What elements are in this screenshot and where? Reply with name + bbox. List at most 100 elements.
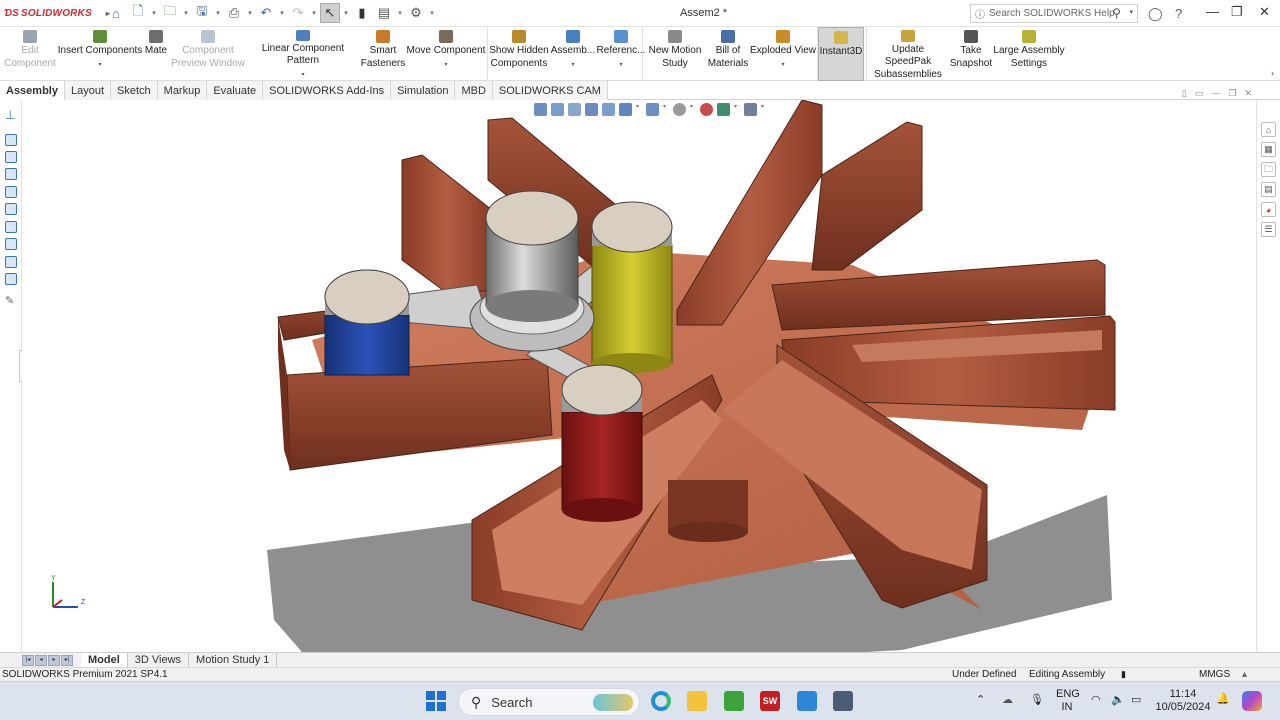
bottom-tab-model[interactable]: Model: [81, 652, 128, 668]
chevron-down-icon[interactable]: ▾: [781, 59, 784, 72]
save-icon[interactable]: 🖫: [192, 3, 212, 23]
isometric-icon[interactable]: [5, 238, 17, 250]
command-linear-component-pattern-button[interactable]: Linear Component Pattern ▾: [245, 27, 361, 81]
view-right-icon[interactable]: [5, 186, 17, 198]
chevron-down-icon[interactable]: ▾: [663, 103, 669, 116]
bottom-tab-motion-study-1[interactable]: Motion Study 1: [189, 652, 278, 668]
zoom-to-area-icon[interactable]: [551, 103, 564, 116]
chevron-down-icon[interactable]: ▾: [690, 103, 696, 116]
solidworks-taskbar-icon[interactable]: SW: [760, 691, 780, 711]
select-arrow-icon[interactable]: ↖: [320, 3, 340, 23]
view-top-icon[interactable]: [5, 203, 17, 215]
command-bill-of-materials-button[interactable]: Bill of Materials: [705, 27, 751, 81]
paint-icon[interactable]: [797, 691, 817, 711]
view-bottom-icon[interactable]: [5, 221, 17, 233]
first-tab-icon[interactable]: |◂: [22, 654, 34, 666]
tab-sketch[interactable]: Sketch: [111, 81, 158, 100]
wifi-icon[interactable]: ◠: [1091, 694, 1101, 707]
chevron-down-icon[interactable]: ▾: [571, 59, 574, 72]
chevron-down-icon[interactable]: ▾: [342, 9, 350, 17]
command-new-motion-study-button[interactable]: New Motion Study: [645, 27, 705, 81]
zoom-to-fit-icon[interactable]: [534, 103, 547, 116]
calculator-icon[interactable]: [833, 691, 853, 711]
minimize-icon[interactable]: —: [1206, 4, 1219, 19]
redo-icon[interactable]: ↷: [288, 3, 308, 23]
minimize-doc-icon[interactable]: —: [1211, 88, 1220, 99]
next-tab-icon[interactable]: ▸: [48, 654, 60, 666]
chevron-down-icon[interactable]: ▾: [182, 9, 190, 17]
unit-system[interactable]: MMGS: [1199, 669, 1230, 680]
dynamic-annotation-icon[interactable]: [602, 103, 615, 116]
assembly-model[interactable]: Y Z: [22, 100, 1256, 652]
close-icon[interactable]: ✕: [1259, 4, 1270, 20]
chevron-down-icon[interactable]: ▾: [444, 59, 447, 72]
camtasia-icon[interactable]: [724, 691, 744, 711]
battery-icon[interactable]: ▭: [1131, 694, 1141, 707]
tab-simulation[interactable]: Simulation: [391, 81, 456, 100]
copilot-icon[interactable]: [1242, 691, 1262, 711]
apply-scene-icon[interactable]: [717, 103, 730, 116]
solidworks-logo[interactable]: ƊS SOLIDWORKS ▸: [0, 8, 110, 19]
command-assemb-button[interactable]: Assemb... ▾: [551, 27, 595, 81]
rebuild-icon[interactable]: ▮: [1121, 669, 1126, 680]
command-large-assembly-settings-button[interactable]: Large Assembly Settings: [993, 27, 1065, 81]
view-front-icon[interactable]: [5, 134, 17, 146]
tile-horizontal-icon[interactable]: ▭: [1195, 88, 1204, 99]
open-folder-icon[interactable]: 🗀: [160, 3, 180, 23]
undo-icon[interactable]: ↶: [256, 3, 276, 23]
appearances-scenes-icon[interactable]: ◕: [1261, 202, 1276, 217]
chevron-down-icon[interactable]: ▾: [636, 103, 642, 116]
section-view-icon[interactable]: [585, 103, 598, 116]
user-account-icon[interactable]: ◯: [1148, 6, 1163, 22]
last-tab-icon[interactable]: ▸|: [61, 654, 73, 666]
command-smart-fasteners-button[interactable]: Smart Fasteners: [360, 27, 406, 81]
volume-icon[interactable]: 🔈: [1111, 694, 1125, 707]
microphone-icon[interactable]: 🎙: [1030, 694, 1044, 707]
view-back-icon[interactable]: [5, 151, 17, 163]
command-referenc-button[interactable]: Referenc... ▾: [597, 27, 645, 81]
solidworks-resources-icon[interactable]: ⌂: [1261, 122, 1276, 137]
restore-icon[interactable]: ❐: [1231, 4, 1243, 20]
view-left-icon[interactable]: [5, 168, 17, 180]
edit-appearance-icon[interactable]: [700, 103, 713, 116]
print-icon[interactable]: ⎙: [224, 3, 244, 23]
design-library-icon[interactable]: ▦: [1261, 142, 1276, 157]
taskbar-search[interactable]: ⚲ Search: [458, 688, 640, 716]
chevron-down-icon[interactable]: ▾: [396, 9, 404, 17]
help-icon[interactable]: ?: [1175, 6, 1182, 21]
command-exploded-view-button[interactable]: Exploded View ▾: [750, 27, 816, 81]
chevron-down-icon[interactable]: ▾: [98, 59, 101, 72]
file-explorer-icon[interactable]: 🗀: [1261, 162, 1276, 177]
chevron-down-icon[interactable]: ▾: [761, 103, 767, 116]
command-update-speedpak-subassemblies-button[interactable]: Update SpeedPak Subassemblies: [868, 27, 948, 81]
sketch-pencil-icon[interactable]: ✎: [5, 296, 17, 308]
home-icon[interactable]: ⌂: [106, 3, 126, 23]
chevron-down-icon[interactable]: ▾: [301, 69, 304, 82]
traffic-light-icon[interactable]: ▮: [352, 3, 372, 23]
chevron-down-icon[interactable]: ▾: [1129, 8, 1133, 16]
tab-markup[interactable]: Markup: [157, 81, 208, 100]
chevron-up-icon[interactable]: ▴: [1242, 669, 1247, 680]
chevron-up-icon[interactable]: ⌃: [976, 694, 985, 707]
chevron-right-icon[interactable]: ›: [1271, 68, 1274, 78]
hide-show-items-icon[interactable]: [673, 103, 686, 116]
command-show-hidden-components-button[interactable]: Show Hidden Components: [488, 27, 550, 81]
chevron-down-icon[interactable]: ▾: [278, 9, 286, 17]
clock[interactable]: 11:14 10/05/2024: [1155, 688, 1211, 714]
search-icon[interactable]: ⚲: [1112, 6, 1121, 20]
file-explorer-icon[interactable]: [687, 691, 707, 711]
restore-doc-icon[interactable]: ❐: [1228, 88, 1236, 99]
previous-view-icon[interactable]: [568, 103, 581, 116]
tab-solidworks-cam[interactable]: SOLIDWORKS CAM: [492, 81, 608, 100]
options-gear-icon[interactable]: ⚙: [406, 3, 426, 23]
chevron-down-icon[interactable]: ▾: [619, 59, 622, 72]
display-style-icon[interactable]: [646, 103, 659, 116]
trimetric-icon[interactable]: [5, 256, 17, 268]
view-orientation-icon[interactable]: [619, 103, 632, 116]
windows-start-icon[interactable]: [426, 691, 446, 711]
view-settings-icon[interactable]: [744, 103, 757, 116]
chevron-down-icon[interactable]: ▾: [310, 9, 318, 17]
chevron-down-icon[interactable]: ▾: [214, 9, 222, 17]
prev-tab-icon[interactable]: ◂: [35, 654, 47, 666]
command-edit-component-button[interactable]: Edit Component: [0, 27, 60, 81]
